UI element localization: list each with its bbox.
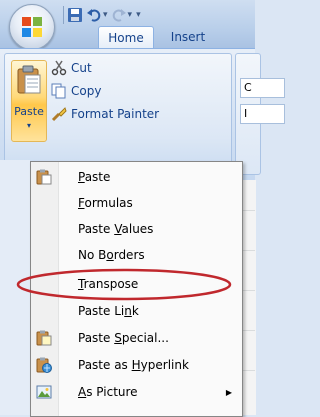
paste-hyperlink-icon	[36, 357, 52, 373]
menu-item-paste-as-hyperlink[interactable]: Paste as Hyperlink	[31, 354, 242, 376]
font-name-box[interactable]: C	[240, 78, 285, 98]
menu-item-label: Transpose	[78, 277, 139, 291]
copy-label: Copy	[71, 84, 102, 98]
font-group: C I	[235, 53, 285, 175]
menu-item-paste-link[interactable]: Paste Link	[31, 300, 242, 322]
paste-label: Paste	[14, 105, 44, 118]
paintbrush-icon	[51, 107, 67, 122]
menu-item-label: Paste	[78, 170, 111, 184]
clipboard-group: Paste ▾ Cut Copy Format Painter	[4, 53, 232, 175]
menu-item-transpose[interactable]: Transpose	[31, 273, 242, 295]
cut-button[interactable]: Cut	[51, 58, 92, 78]
menu-item-label: Paste as Hyperlink	[78, 358, 189, 372]
menu-item-label: Paste Link	[78, 304, 139, 318]
copy-button[interactable]: Copy	[51, 81, 101, 101]
redo-button[interactable]: ▾	[111, 5, 133, 25]
paste-icon	[36, 169, 52, 185]
save-button[interactable]	[67, 5, 83, 25]
submenu-arrow-icon: ▶	[225, 387, 232, 397]
format-painter-label: Format Painter	[71, 107, 160, 121]
menu-item-label: Paste Special...	[78, 331, 169, 345]
menu-item-label: As Picture	[78, 385, 138, 399]
tab-home[interactable]: Home	[98, 26, 154, 49]
row-header-strip	[0, 160, 30, 415]
tab-insert[interactable]: Insert	[164, 26, 212, 48]
paste-special-icon	[36, 330, 52, 346]
save-icon	[68, 8, 82, 22]
chevron-down-icon[interactable]: ▾	[128, 10, 133, 20]
scissors-icon	[51, 60, 67, 76]
picture-icon	[36, 385, 52, 399]
quick-access-toolbar: ▾ ▾ ▾	[60, 4, 144, 26]
font-style-box[interactable]: I	[240, 104, 285, 124]
copy-icon	[51, 83, 66, 99]
chevron-down-icon[interactable]: ▾	[103, 10, 108, 20]
menu-item-label: No Borders	[78, 248, 145, 262]
menu-item-no-borders[interactable]: No Borders	[31, 244, 242, 266]
cut-label: Cut	[71, 61, 92, 75]
undo-button[interactable]: ▾	[86, 5, 108, 25]
format-painter-button[interactable]: Format Painter	[51, 104, 159, 124]
menu-item-paste-special[interactable]: Paste Special...	[31, 327, 242, 349]
customize-qat-button[interactable]: ▾	[135, 5, 141, 25]
paste-menu: Paste Formulas Paste Values No Borders T…	[30, 161, 243, 417]
paste-button[interactable]: Paste ▾	[11, 60, 47, 142]
menu-item-label: Paste Values	[78, 222, 154, 236]
office-logo-icon	[22, 17, 42, 37]
menu-item-as-picture[interactable]: As Picture ▶	[31, 381, 242, 403]
undo-icon	[87, 9, 101, 22]
customize-icon: ▾	[136, 10, 141, 20]
menu-item-label: Formulas	[78, 196, 133, 210]
clipboard-icon	[17, 65, 41, 94]
office-button[interactable]	[9, 4, 55, 50]
menu-item-paste-values[interactable]: Paste Values	[31, 218, 242, 240]
chevron-down-icon: ▾	[26, 121, 31, 130]
menu-item-formulas[interactable]: Formulas	[31, 192, 242, 214]
menu-item-paste[interactable]: Paste	[31, 166, 242, 188]
redo-icon	[112, 9, 126, 22]
qat-separator	[63, 6, 64, 24]
